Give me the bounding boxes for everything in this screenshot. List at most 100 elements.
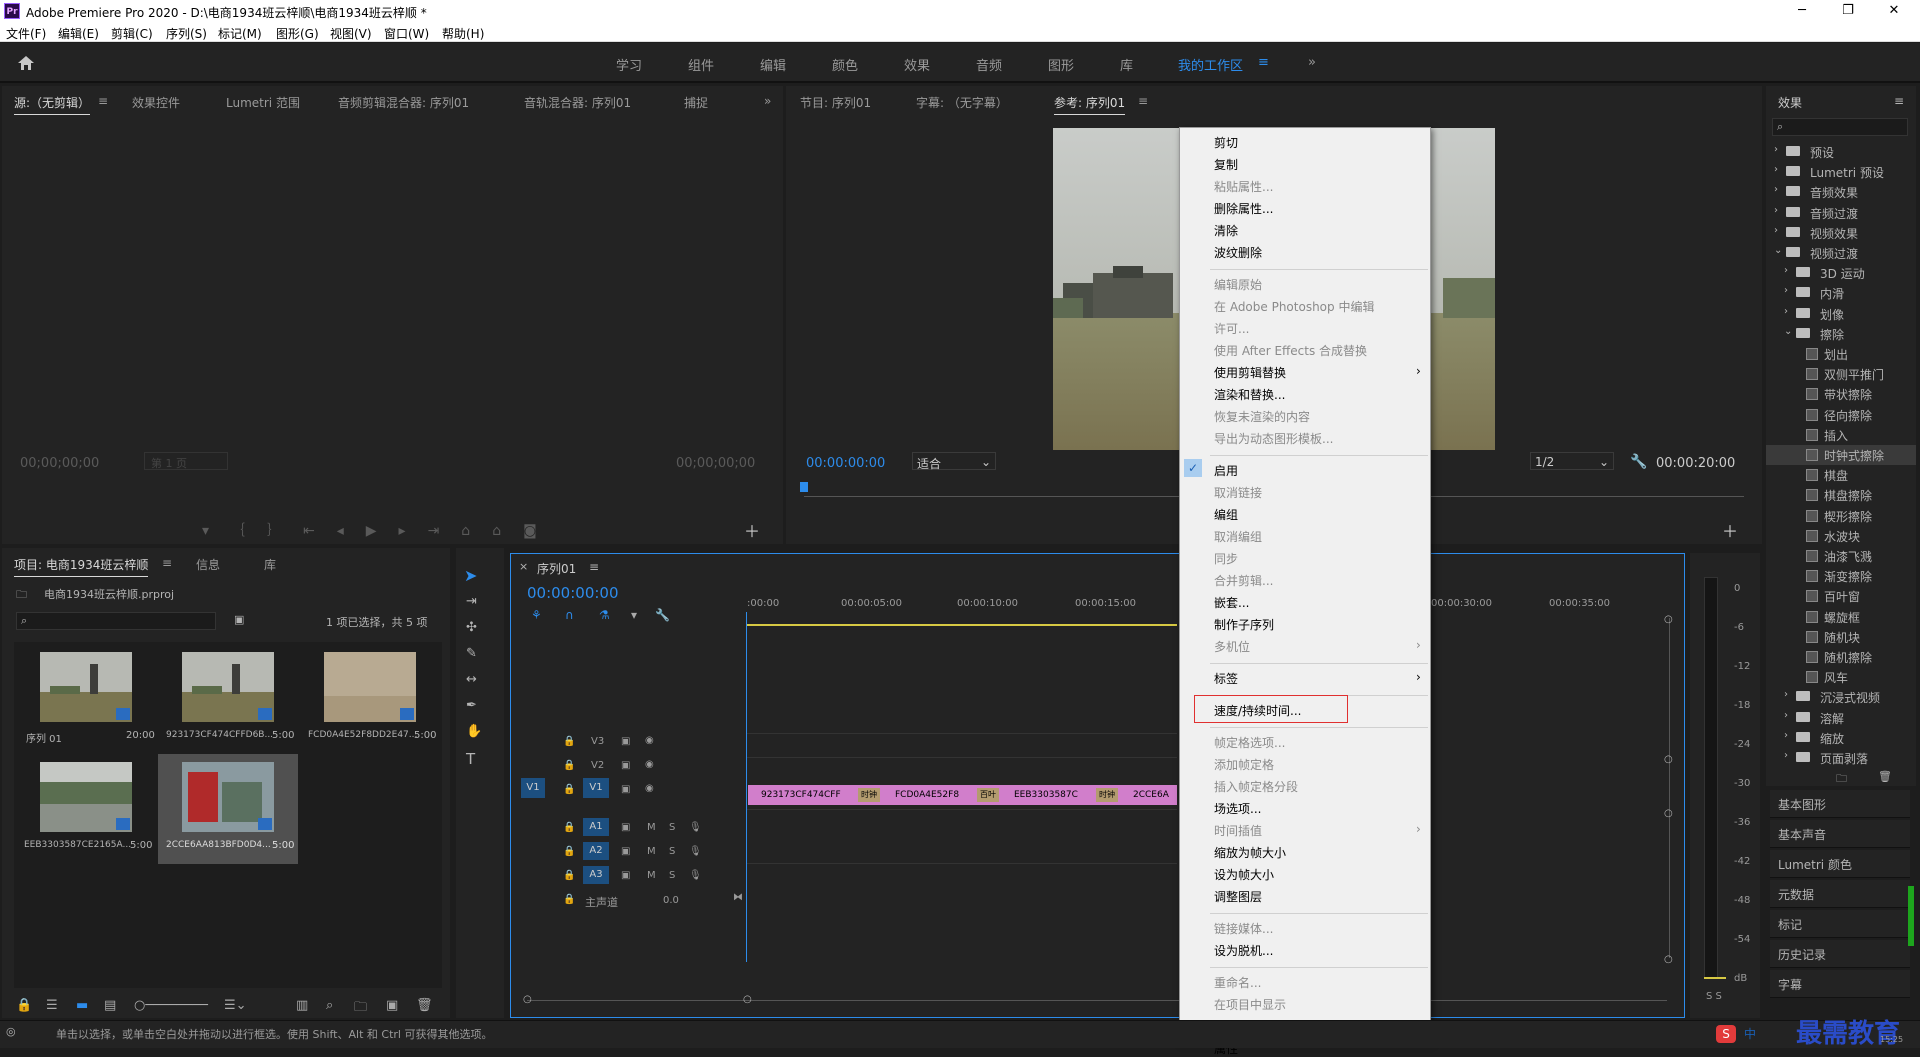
lock-icon[interactable]: 🔒 (563, 846, 575, 857)
side-panel-tab[interactable]: Lumetri 颜色 (1770, 850, 1910, 878)
scroll-handle-icon[interactable]: ○ (523, 994, 532, 1005)
menu-item[interactable]: 启用 (1214, 462, 1238, 479)
new-bin-icon[interactable]: 🗀 (354, 998, 367, 1020)
eye-icon[interactable]: ◉ (645, 783, 654, 794)
chevron-down-icon[interactable]: ⌄ (1774, 245, 1782, 256)
menu-item[interactable]: 设为帧大小 (1214, 866, 1274, 883)
ws-assembly[interactable]: 组件 (688, 55, 714, 74)
vertical-scrollbar[interactable] (1669, 618, 1670, 958)
menu-item[interactable]: 设为脱机... (1214, 942, 1273, 959)
side-panel-tab[interactable]: 基本图形 (1770, 790, 1910, 818)
track-select-tool-icon[interactable]: ⇥ (466, 594, 477, 609)
menu-item[interactable]: 调整图层 (1214, 888, 1262, 905)
type-tool-icon[interactable]: T (466, 750, 475, 768)
effect-item[interactable]: 渐变擦除 (1766, 566, 1916, 586)
lock-icon[interactable]: 🔒 (563, 736, 575, 747)
clip[interactable]: 2CCE6A (1119, 787, 1177, 803)
menu-sequence[interactable]: 序列(S) (166, 25, 207, 42)
effect-item[interactable]: 风车 (1766, 667, 1916, 687)
horizontal-scrollbar[interactable] (527, 1000, 1667, 1001)
ime-mode[interactable]: 中 (1744, 1025, 1756, 1042)
project-item[interactable]: FCD0A4E52F8DD2E47... 5:00 (300, 644, 440, 754)
minimize-button[interactable]: ─ (1784, 2, 1820, 20)
side-panel-tab[interactable]: 历史记录 (1770, 940, 1910, 968)
menu-item[interactable]: 编组 (1214, 506, 1238, 523)
razor-tool-icon[interactable]: ✎ (466, 646, 477, 661)
panel-overflow-icon[interactable]: » (764, 94, 771, 108)
menu-item[interactable]: 清除 (1214, 222, 1238, 239)
scroll-handle-icon[interactable]: ○ (1664, 614, 1673, 625)
menu-item[interactable]: 渲染和替换... (1214, 386, 1285, 403)
maximize-button[interactable]: ❐ (1830, 2, 1866, 20)
menu-item[interactable]: 嵌套... (1214, 594, 1249, 611)
ws-my-workspace[interactable]: 我的工作区 (1178, 55, 1243, 74)
clip[interactable]: 923173CF474CFF (749, 787, 859, 803)
menu-graphics[interactable]: 图形(G) (276, 25, 319, 42)
ws-effects[interactable]: 效果 (904, 55, 930, 74)
menu-item[interactable]: 场选项... (1214, 800, 1261, 817)
menu-window[interactable]: 窗口(W) (384, 25, 429, 42)
effects-folder[interactable]: › 视频效果 (1766, 223, 1916, 243)
tab-audio-clip-mixer[interactable]: 音频剪辑混合器: 序列01 (338, 94, 469, 111)
effect-item[interactable]: 划出 (1766, 344, 1916, 364)
zoom-slider[interactable]: ○──────── (134, 998, 208, 1013)
solo-button[interactable]: S (669, 846, 675, 857)
fit-select[interactable]: 适合 ⌄ (912, 452, 996, 471)
scroll-handle-icon[interactable]: ○ (1664, 754, 1673, 765)
transition[interactable]: 时钟 (1096, 788, 1118, 802)
chevron-right-icon[interactable]: › (1774, 205, 1778, 216)
project-item[interactable]: EEB3303587CE2165A... 5:00 (16, 754, 156, 864)
effects-folder[interactable]: › 音频效果 (1766, 182, 1916, 202)
side-panel-tab[interactable]: 字幕 (1770, 970, 1910, 998)
trash-icon[interactable]: 🗑 (1878, 770, 1892, 783)
ime-logo-icon[interactable]: S (1716, 1025, 1736, 1043)
resolution-select[interactable]: 1/2 ⌄ (1530, 452, 1614, 470)
side-panel-tab[interactable]: 标记 (1770, 910, 1910, 938)
panel-menu-icon[interactable]: ≡ (162, 556, 172, 570)
effect-item[interactable]: 插入 (1766, 425, 1916, 445)
chevron-down-icon[interactable]: ⌄ (1784, 326, 1792, 337)
solo-buttons[interactable]: S S (1706, 991, 1722, 1002)
effect-item[interactable]: 油漆飞溅 (1766, 546, 1916, 566)
source-add-button-icon[interactable]: ＋ (744, 518, 760, 542)
track-v2[interactable]: V2 (591, 760, 604, 771)
freeform-view-icon[interactable]: ▤ (104, 998, 116, 1013)
source-transport-controls[interactable]: ▾｛｝⇤◂▶▸⇥⌂⌂◙ (202, 520, 559, 540)
lock-icon[interactable]: 🔒 (563, 760, 575, 771)
slip-tool-icon[interactable]: ↔ (466, 672, 477, 687)
menu-item[interactable]: 缩放为帧大小 (1214, 844, 1286, 861)
scroll-handle-icon[interactable]: ○ (1664, 954, 1673, 965)
menu-view[interactable]: 视图(V) (330, 25, 372, 42)
lock-icon[interactable]: 🔒 (563, 870, 575, 881)
menu-item[interactable]: 波纹删除 (1214, 244, 1262, 261)
chevron-right-icon[interactable]: › (1784, 306, 1788, 317)
chevron-right-icon[interactable]: › (1774, 184, 1778, 195)
ws-graphics[interactable]: 图形 (1048, 55, 1074, 74)
chevron-right-icon[interactable]: › (1774, 164, 1778, 175)
effect-item[interactable]: 径向擦除 (1766, 405, 1916, 425)
lock-icon[interactable]: 🔒 (563, 784, 575, 795)
program-add-button-icon[interactable]: ＋ (1722, 518, 1738, 542)
solo-button[interactable]: S (669, 870, 675, 881)
home-icon[interactable] (16, 54, 36, 72)
program-timecode[interactable]: 00:00:00:00 (806, 456, 885, 471)
track-a2[interactable]: A2 (583, 842, 609, 860)
effects-search-input[interactable]: ⌕ (1772, 118, 1908, 136)
effects-folder[interactable]: › Lumetri 预设 (1766, 162, 1916, 182)
panel-menu-icon[interactable]: ≡ (1138, 94, 1148, 108)
transition[interactable]: 时钟 (858, 788, 880, 802)
effect-item[interactable]: 楔形擦除 (1766, 506, 1916, 526)
menu-clip[interactable]: 剪辑(C) (111, 25, 153, 42)
effects-folder[interactable]: › 溶解 (1766, 708, 1916, 728)
ws-color[interactable]: 颜色 (832, 55, 858, 74)
project-item[interactable]: 923173CF474CFFD6B... 5:00 (158, 644, 298, 754)
tab-source[interactable]: 源:（无剪辑） (14, 94, 91, 115)
selection-tool-icon[interactable]: ➤ (464, 566, 477, 585)
effects-folder[interactable]: › 沉浸式视频 (1766, 687, 1916, 707)
project-search-input[interactable]: ⌕ (16, 612, 216, 630)
scroll-handle-icon[interactable]: ○ (1664, 808, 1673, 819)
mic-icon[interactable]: 🎙 (689, 822, 702, 833)
close-icon[interactable]: × (519, 560, 528, 573)
chevron-right-icon[interactable]: › (1784, 710, 1788, 721)
tab-libraries[interactable]: 库 (264, 556, 276, 573)
